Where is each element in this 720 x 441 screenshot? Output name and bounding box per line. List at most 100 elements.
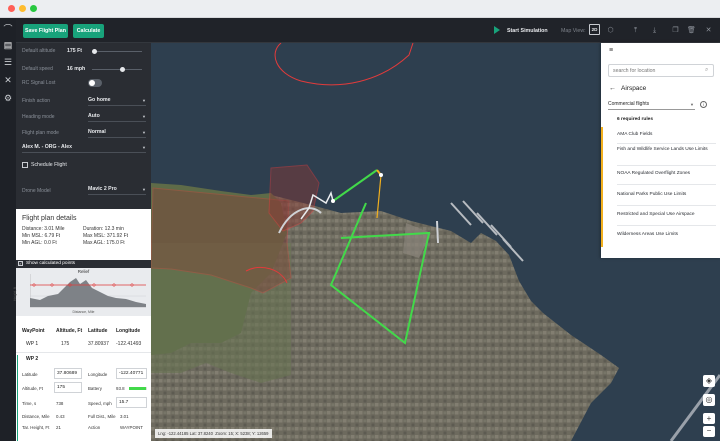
row-divider	[16, 352, 151, 353]
wp2-lat-input[interactable]: 37.80689	[54, 368, 82, 379]
altitude-slider-handle[interactable]	[92, 49, 97, 54]
trash-icon[interactable]: 🗑	[687, 26, 696, 35]
info-icon[interactable]: i	[700, 101, 707, 108]
map-coordinate-readout: Lng: -122.44185 Lat: 37.8240 Zoom: 15; X…	[155, 429, 272, 438]
wp2-dist-value: 0.43	[56, 414, 65, 419]
flight-plan-mode-label: Flight plan mode	[22, 130, 59, 136]
map-coords: Lng: -122.44185 Lat: 37.8240	[158, 431, 213, 436]
flight-plan-mode-value: Normal	[88, 129, 106, 135]
copy-icon[interactable]: ❐	[671, 26, 680, 35]
flight-plan-mode-select[interactable]: Normal ▼	[88, 127, 146, 138]
speed-slider-handle[interactable]	[120, 67, 125, 72]
save-flight-plan-button[interactable]: Save Flight Plan	[23, 24, 68, 38]
chevron-down-icon: ▼	[690, 102, 694, 107]
wp2-speed-input[interactable]: 15.7	[116, 397, 147, 408]
pier	[436, 220, 439, 244]
drone-model-select[interactable]: Mavic 2 Pro ▼	[88, 184, 146, 195]
close-icon[interactable]: ✕	[704, 26, 713, 35]
list-icon[interactable]: ☰	[3, 57, 13, 67]
distance-text: Distance: 3.01 Mile	[22, 226, 65, 232]
min-msl-text: Min MSL: 6.79 Ft	[22, 233, 61, 239]
rule-item[interactable]: Restricted and Special Use Airspace	[617, 212, 714, 219]
zoom-out-button[interactable]: −	[703, 426, 715, 437]
wp1-alt: 175	[61, 341, 70, 347]
maximize-window-button[interactable]	[30, 5, 37, 12]
schedule-flight-checkbox[interactable]	[22, 162, 28, 168]
wp2-tar-label: Tar. Height, Ft	[22, 425, 50, 430]
rc-signal-lost-label: RC Signal Lost	[22, 80, 56, 86]
show-points-checkbox[interactable]: ✓	[18, 261, 23, 266]
drone-icon[interactable]: ✕	[3, 75, 13, 85]
airspace-title: Airspace	[621, 85, 647, 92]
battery-bar-fill	[129, 387, 146, 390]
map-view-2d-toggle[interactable]: 2D	[589, 24, 600, 35]
rule-divider	[617, 143, 716, 144]
col-latitude: Latitude	[88, 328, 108, 334]
top-toolbar: Save Flight Plan Calculate Start Simulat…	[16, 18, 720, 43]
relief-plot	[30, 274, 146, 308]
max-agl-text: Max AGL: 175.0 Ft	[83, 240, 125, 246]
default-altitude-label: Default altitude	[22, 48, 56, 54]
default-speed-value: 16 mph	[67, 66, 86, 72]
rc-signal-lost-toggle[interactable]	[88, 79, 102, 87]
wp2-full-dist-value: 3.01	[120, 414, 129, 419]
wp2-action-value: WAYPOINT	[120, 425, 143, 430]
duration-text: Duration: 12.3 min	[83, 226, 124, 232]
locate-icon[interactable]: ◎	[703, 394, 715, 406]
flight-plan-details: Flight plan details Distance: 3.01 Mile …	[13, 209, 151, 441]
relief-xlabel: Distance, Mile	[72, 310, 95, 314]
close-window-button[interactable]	[8, 5, 15, 12]
airspace-panel: ≡ ⌕ ← Airspace Commercial flights ▼ i 6 …	[601, 43, 720, 258]
heading-mode-select[interactable]: Auto ▼	[88, 111, 146, 122]
rules-marker	[601, 127, 603, 247]
wp2-lat-label: Latitude	[22, 372, 38, 377]
rule-item[interactable]: Fish and Wildlife Service Lands Use Limi…	[617, 147, 714, 154]
wp2-name[interactable]: WP 2	[26, 356, 38, 363]
default-altitude-slider[interactable]	[92, 49, 142, 54]
default-speed-slider[interactable]	[92, 67, 142, 72]
chevron-down-icon: ▼	[142, 114, 146, 119]
waypoint-marker[interactable]	[331, 199, 335, 203]
finish-action-select[interactable]: Go home ▼	[88, 95, 146, 106]
rule-item[interactable]: AMA Club Fields	[617, 132, 714, 139]
play-icon[interactable]	[494, 26, 500, 34]
document-icon[interactable]: ▤	[3, 40, 13, 50]
rule-item[interactable]: Wilderness Areas Use Limits	[617, 232, 714, 239]
wp2-dist-label: Distance, Mile	[22, 414, 50, 419]
flight-type-select[interactable]: Commercial flights ▼	[608, 99, 695, 110]
minimize-window-button[interactable]	[19, 5, 26, 12]
flight-type-value: Commercial flights	[608, 101, 650, 107]
toggle-knob	[89, 80, 95, 86]
back-arrow-icon[interactable]: ←	[609, 85, 616, 93]
drone-model-value: Mavic 2 Pro	[88, 186, 117, 192]
show-points-bar: ✓ Show calculated points	[16, 260, 151, 268]
search-location-input[interactable]	[608, 64, 714, 77]
wp2-alt-input[interactable]: 175	[54, 382, 82, 393]
menu-icon[interactable]: ≡	[609, 47, 613, 54]
battery-bar	[129, 387, 147, 390]
rule-divider	[617, 184, 716, 185]
download-icon[interactable]: ⤓	[650, 26, 659, 35]
signal-icon[interactable]: ⌒	[3, 24, 13, 34]
wp2-tar-value: 21	[56, 425, 61, 430]
layers-icon[interactable]: ◈	[703, 375, 715, 387]
zoom-in-button[interactable]: +	[703, 413, 715, 424]
organization-select[interactable]: Alex M. - ORG - Alex ▼	[22, 142, 146, 153]
wp2-lon-input[interactable]: -122.40771	[116, 368, 147, 379]
gear-icon[interactable]: ⚙	[3, 93, 13, 103]
heading-mode-value: Auto	[88, 113, 100, 119]
calculate-button[interactable]: Calculate	[73, 24, 104, 38]
cube-3d-icon[interactable]: ⬡	[606, 26, 615, 35]
rule-item[interactable]: National Parks Public Use Limits	[617, 192, 714, 199]
start-simulation-button[interactable]: Start Simulation	[507, 26, 548, 36]
upload-icon[interactable]: ⤒	[631, 26, 640, 35]
col-longitude: Longitude	[116, 328, 141, 334]
rule-item[interactable]: NOAA Regulated Overflight Zones	[617, 171, 714, 178]
map-zoom: Zoom: 15; X: 5238; Y: 12659	[215, 431, 269, 436]
chevron-down-icon: ▼	[142, 130, 146, 135]
waypoint-marker[interactable]	[379, 173, 383, 177]
min-agl-text: Min AGL: 0.0 Ft	[22, 240, 57, 246]
wp2-time-value: 738	[56, 401, 64, 406]
finish-action-label: Finish action	[22, 98, 51, 104]
wp2-battery-label: Battery	[88, 386, 102, 391]
